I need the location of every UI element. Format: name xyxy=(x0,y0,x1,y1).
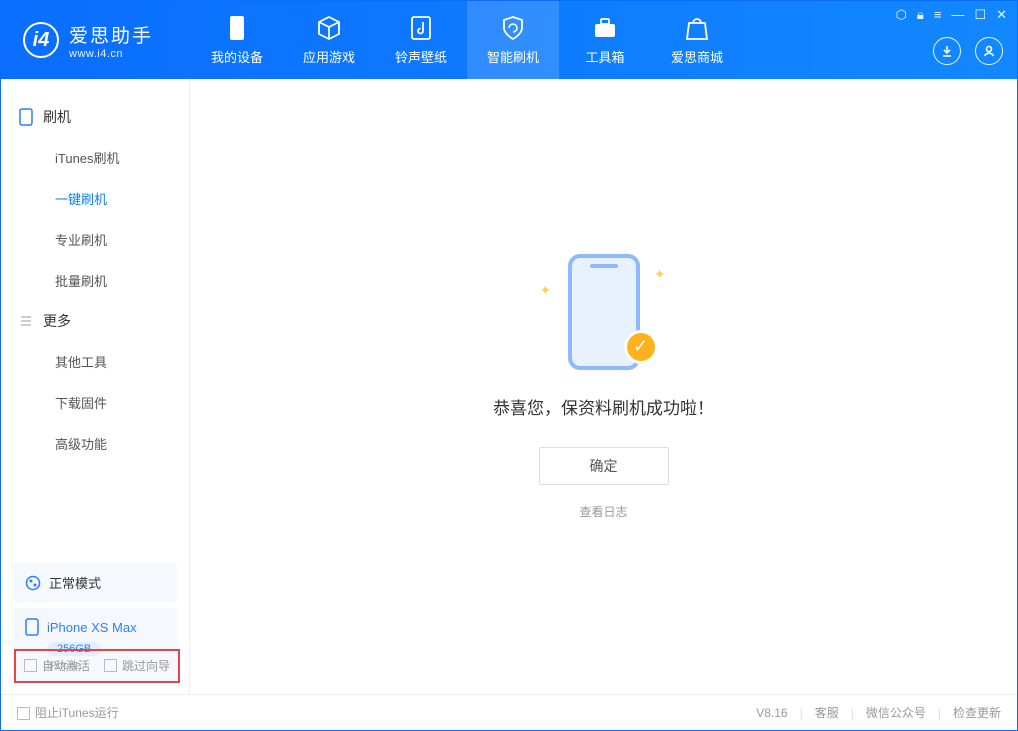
support-link[interactable]: 客服 xyxy=(815,704,839,721)
tab-label: 爱思商城 xyxy=(671,47,723,66)
main-content: ✦ ✦ ✓ 恭喜您，保资料刷机成功啦！ 确定 查看日志 xyxy=(190,79,1017,694)
download-button[interactable] xyxy=(933,37,961,65)
tab-toolbox[interactable]: 工具箱 xyxy=(559,1,651,79)
maximize-icon[interactable]: ☐ xyxy=(974,7,986,23)
check-update-link[interactable]: 检查更新 xyxy=(953,704,1001,721)
tab-label: 应用游戏 xyxy=(303,47,355,66)
header-right-buttons xyxy=(933,37,1003,65)
lock-icon[interactable]: 🔒︎ xyxy=(917,7,924,23)
shirt-icon[interactable]: ⬡ xyxy=(896,7,907,23)
tab-store[interactable]: 爱思商城 xyxy=(651,1,743,79)
app-header: i4 爱思助手 www.i4.cn 我的设备 应用游戏 铃声壁纸 智能刷机 工具… xyxy=(1,1,1017,79)
sidebar-item-batch-flash[interactable]: 批量刷机 xyxy=(1,260,189,301)
bag-icon xyxy=(684,15,710,41)
sidebar-group-flash: 刷机 xyxy=(1,97,189,137)
view-log-link[interactable]: 查看日志 xyxy=(579,503,627,520)
option-label: 跳过向导 xyxy=(122,659,170,673)
option-label: 自动激活 xyxy=(42,659,90,673)
logo-area: i4 爱思助手 www.i4.cn xyxy=(1,21,191,60)
toolbox-icon xyxy=(592,15,618,41)
tab-label: 铃声壁纸 xyxy=(395,47,447,66)
check-badge-icon: ✓ xyxy=(624,330,658,364)
close-icon[interactable]: ✕ xyxy=(996,7,1007,23)
sidebar-item-download-firmware[interactable]: 下载固件 xyxy=(1,382,189,423)
sidebar: 刷机 iTunes刷机 一键刷机 专业刷机 批量刷机 更多 其他工具 下载固件 … xyxy=(1,79,190,694)
phone-icon xyxy=(224,15,250,41)
list-icon xyxy=(19,314,33,328)
tab-label: 智能刷机 xyxy=(487,47,539,66)
footer: 阻止iTunes运行 V8.16 | 客服 | 微信公众号 | 检查更新 xyxy=(1,694,1017,730)
sidebar-item-itunes-flash[interactable]: iTunes刷机 xyxy=(1,137,189,178)
checkbox-icon xyxy=(17,707,30,720)
tab-my-device[interactable]: 我的设备 xyxy=(191,1,283,79)
logo-icon: i4 xyxy=(23,22,59,58)
sidebar-item-oneclick-flash[interactable]: 一键刷机 xyxy=(1,178,189,219)
minimize-icon[interactable]: — xyxy=(951,7,964,23)
nav-tabs: 我的设备 应用游戏 铃声壁纸 智能刷机 工具箱 爱思商城 xyxy=(191,1,743,79)
app-name: 爱思助手 xyxy=(69,21,153,48)
success-illustration: ✦ ✦ ✓ xyxy=(534,254,674,374)
success-message: 恭喜您，保资料刷机成功啦！ xyxy=(493,394,714,419)
device-name-text: iPhone XS Max xyxy=(47,620,137,635)
sidebar-item-advanced[interactable]: 高级功能 xyxy=(1,423,189,464)
separator: | xyxy=(938,706,941,720)
tab-apps[interactable]: 应用游戏 xyxy=(283,1,375,79)
footer-label: 阻止iTunes运行 xyxy=(35,706,119,720)
music-icon xyxy=(408,15,434,41)
body: 刷机 iTunes刷机 一键刷机 专业刷机 批量刷机 更多 其他工具 下载固件 … xyxy=(1,79,1017,694)
group-title-text: 刷机 xyxy=(43,107,71,127)
ok-button[interactable]: 确定 xyxy=(539,447,669,485)
tab-ringtones[interactable]: 铃声壁纸 xyxy=(375,1,467,79)
status-text: 正常模式 xyxy=(49,573,101,592)
tab-flash[interactable]: 智能刷机 xyxy=(467,1,559,79)
sidebar-item-pro-flash[interactable]: 专业刷机 xyxy=(1,219,189,260)
user-button[interactable] xyxy=(975,37,1003,65)
phone-icon xyxy=(25,618,39,636)
auto-activate-option[interactable]: 自动激活 xyxy=(24,657,90,675)
window-controls: ⬡ 🔒︎ ≡ — ☐ ✕ xyxy=(896,7,1007,23)
checkbox-icon xyxy=(104,659,117,672)
separator: | xyxy=(800,706,803,720)
device-mode-status[interactable]: 正常模式 xyxy=(13,563,177,602)
version-text: V8.16 xyxy=(756,706,787,720)
cube-icon xyxy=(316,15,342,41)
menu-icon[interactable]: ≡ xyxy=(934,7,942,23)
sparkle-icon: ✦ xyxy=(654,266,666,283)
sidebar-group-more: 更多 xyxy=(1,301,189,341)
block-itunes-option[interactable]: 阻止iTunes运行 xyxy=(17,704,119,721)
group-title-text: 更多 xyxy=(43,311,71,331)
sidebar-item-other-tools[interactable]: 其他工具 xyxy=(1,341,189,382)
tab-label: 工具箱 xyxy=(585,47,624,66)
device-icon xyxy=(19,108,33,126)
refresh-shield-icon xyxy=(500,15,526,41)
skip-guide-option[interactable]: 跳过向导 xyxy=(104,657,170,675)
wechat-link[interactable]: 微信公众号 xyxy=(866,704,926,721)
sparkle-icon: ✦ xyxy=(540,282,552,299)
tab-label: 我的设备 xyxy=(211,47,263,66)
app-url: www.i4.cn xyxy=(69,48,153,60)
status-icon xyxy=(25,575,41,591)
separator: | xyxy=(851,706,854,720)
checkbox-icon xyxy=(24,659,37,672)
flash-options-highlight: 自动激活 跳过向导 xyxy=(14,649,180,683)
